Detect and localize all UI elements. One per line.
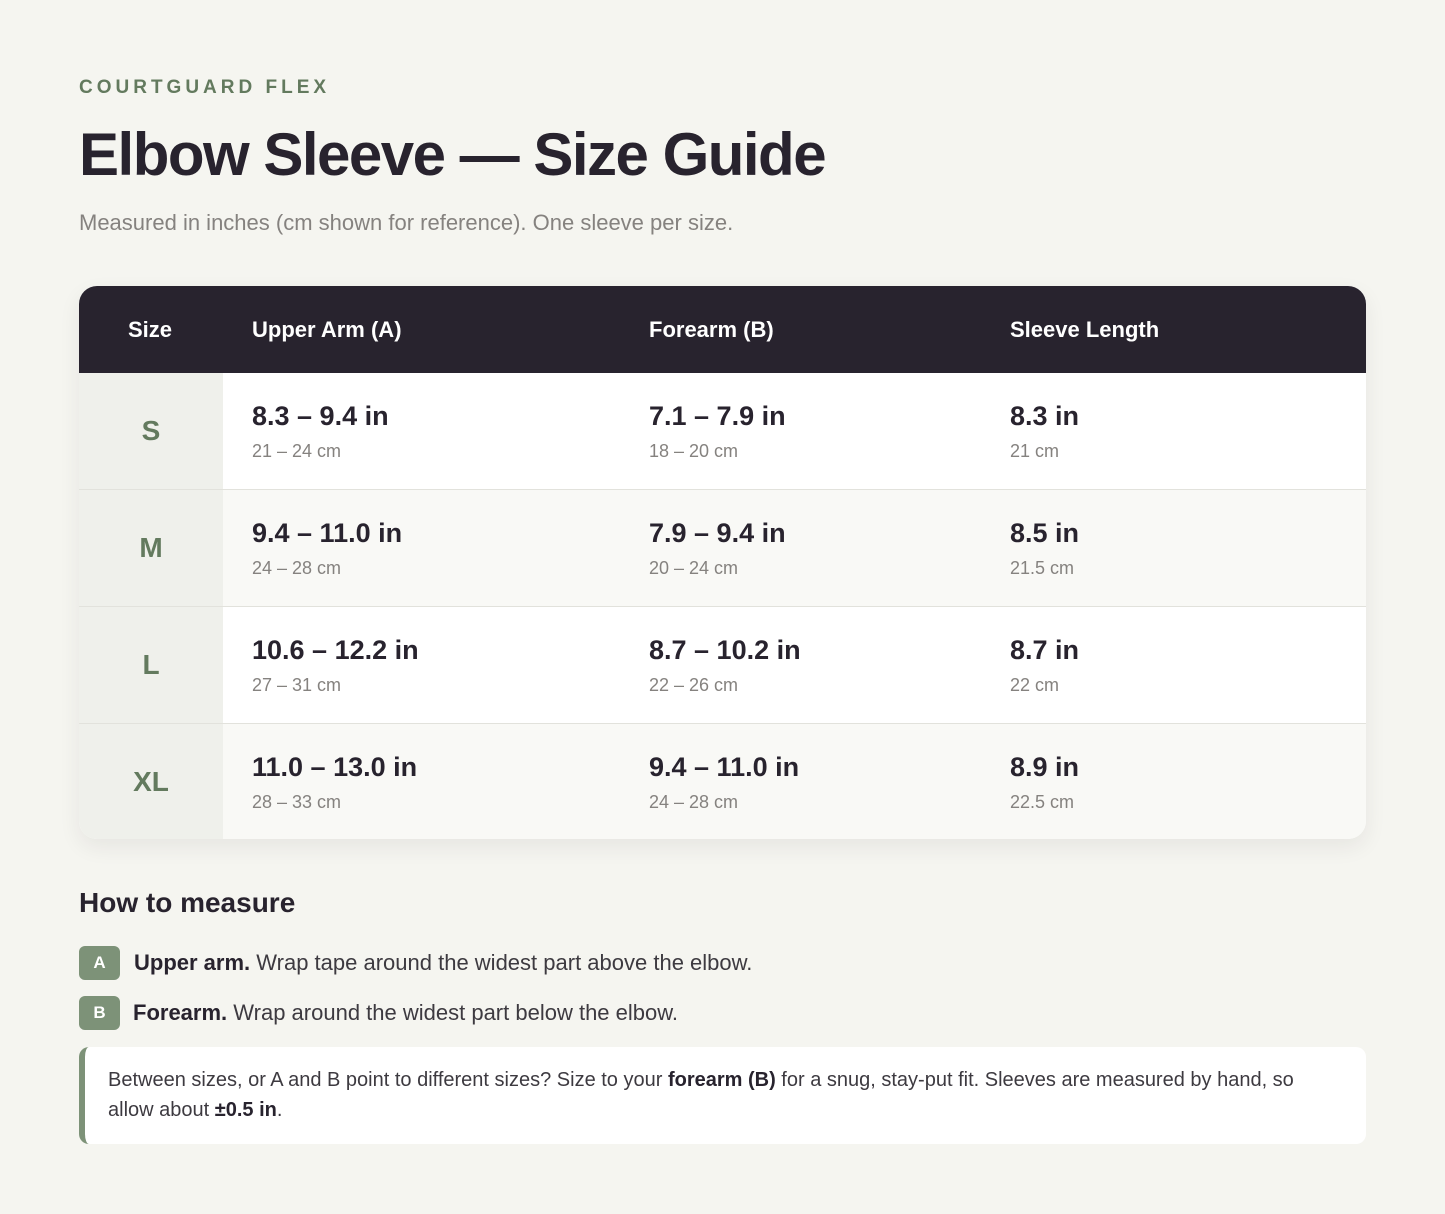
upper-arm-inches: 10.6 – 12.2 in (252, 635, 419, 665)
size-label: XL (79, 724, 223, 839)
step-label-a: Upper arm. (134, 950, 251, 975)
upper-arm-cm: 21 – 24 cm (252, 441, 342, 461)
table-header: Size Upper Arm (A) Forearm (B) Sleeve Le… (79, 286, 1366, 373)
upper-arm-cm: 27 – 31 cm (252, 675, 342, 695)
step-badge-a: A (79, 946, 120, 980)
sleeve-length-cm: 21 cm (1010, 441, 1060, 461)
table-row: XL 11.0 – 13.0 in 28 – 33 cm 9.4 – 11.0 … (79, 724, 1366, 839)
upper-arm-cm: 28 – 33 cm (252, 792, 342, 812)
sleeve-length-cm: 22.5 cm (1010, 792, 1075, 812)
column-header-size: Size (128, 317, 173, 342)
note-bold-tolerance: ±0.5 in (214, 1099, 277, 1121)
column-header-sleeve-length: Sleeve Length (1010, 317, 1160, 342)
size-label: L (79, 607, 223, 723)
table-row: S 8.3 – 9.4 in 21 – 24 cm 7.1 – 7.9 in 1… (79, 373, 1366, 490)
upper-arm-inches: 11.0 – 13.0 in (252, 752, 418, 782)
forearm-inches: 8.7 – 10.2 in (649, 635, 801, 665)
sleeve-length-cm: 21.5 cm (1010, 558, 1075, 578)
page-subtitle: Measured in inches (cm shown for referen… (79, 210, 734, 235)
forearm-cm: 24 – 28 cm (649, 792, 739, 812)
page-title: Elbow Sleeve — Size Guide (79, 121, 827, 188)
upper-arm-inches: 8.3 – 9.4 in (252, 401, 389, 431)
step-badge-b: B (79, 996, 120, 1030)
how-to-measure-heading: How to measure (79, 887, 296, 918)
forearm-cm: 22 – 26 cm (649, 675, 739, 695)
fit-note-callout: Between sizes, or A and B point to diffe… (79, 1047, 1366, 1144)
sleeve-length-inches: 8.7 in (1010, 635, 1080, 665)
column-header-forearm: Forearm (B) (649, 317, 774, 342)
sleeve-length-inches: 8.9 in (1010, 752, 1080, 782)
step-label-b: Forearm. (133, 1000, 228, 1025)
step-text-a: Upper arm. Wrap tape around the widest p… (134, 948, 752, 978)
forearm-inches: 7.1 – 7.9 in (649, 401, 786, 431)
sleeve-length-cm: 22 cm (1010, 675, 1060, 695)
brand-name: COURTGUARD FLEX (79, 77, 331, 98)
forearm-inches: 7.9 – 9.4 in (649, 518, 786, 548)
table-row: L 10.6 – 12.2 in 27 – 31 cm 8.7 – 10.2 i… (79, 607, 1366, 724)
step-description-b: Wrap around the widest part below the el… (233, 1000, 679, 1025)
column-header-upper-arm: Upper Arm (A) (252, 317, 402, 342)
forearm-cm: 20 – 24 cm (649, 558, 739, 578)
upper-arm-cm: 24 – 28 cm (252, 558, 342, 578)
step-text-b: Forearm. Wrap around the widest part bel… (133, 998, 678, 1028)
note-text-3: . (276, 1099, 283, 1121)
sleeve-length-inches: 8.3 in (1010, 401, 1080, 431)
size-label: M (79, 490, 223, 606)
table-row: M 9.4 – 11.0 in 24 – 28 cm 7.9 – 9.4 in … (79, 490, 1366, 607)
step-description-a: Wrap tape around the widest part above t… (256, 950, 753, 975)
sleeve-length-inches: 8.5 in (1010, 518, 1080, 548)
forearm-cm: 18 – 20 cm (649, 441, 739, 461)
upper-arm-inches: 9.4 – 11.0 in (252, 518, 403, 548)
forearm-inches: 9.4 – 11.0 in (649, 752, 800, 782)
size-table: Size Upper Arm (A) Forearm (B) Sleeve Le… (79, 286, 1366, 839)
size-label: S (79, 373, 223, 489)
note-bold-forearm: forearm (B) (667, 1069, 776, 1091)
note-text-1: Between sizes, or A and B point to diffe… (108, 1069, 668, 1091)
